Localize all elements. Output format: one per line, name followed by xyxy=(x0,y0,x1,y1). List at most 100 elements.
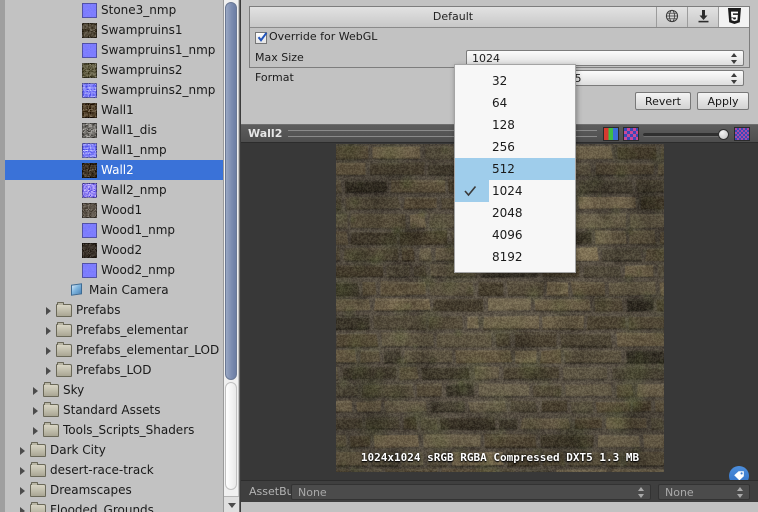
size-option-label: 256 xyxy=(492,140,515,154)
tab-default-platform[interactable] xyxy=(656,7,687,27)
tree-item-prefabs-elementar-lod[interactable]: Prefabs_elementar_LOD xyxy=(5,340,223,360)
project-scrollbar-thumb[interactable] xyxy=(225,2,237,380)
apply-button[interactable]: Apply xyxy=(697,92,749,110)
size-option-512[interactable]: 512 xyxy=(455,158,575,180)
size-option-label: 64 xyxy=(492,96,508,110)
tree-item-dreamscapes[interactable]: Dreamscapes xyxy=(5,480,223,500)
size-option-1024[interactable]: 1024 xyxy=(455,180,575,202)
texture-thumbnail xyxy=(82,182,97,198)
tab-webgl-platform[interactable] xyxy=(718,7,749,27)
size-option-label: 4096 xyxy=(492,228,523,242)
tree-expand-arrow-icon[interactable] xyxy=(44,325,55,336)
tree-item-label: Wood1 xyxy=(101,203,143,217)
override-row[interactable]: Override for WebGL xyxy=(250,28,749,48)
tree-item-standard-assets[interactable]: Standard Assets xyxy=(5,400,223,420)
assetbundle-bar: AssetBundle None None xyxy=(241,480,758,502)
size-option-label: 1024 xyxy=(492,184,523,198)
tree-item-wood2[interactable]: Wood2 xyxy=(5,240,223,260)
platform-properties: Override for WebGL Max Size 1024 Format … xyxy=(250,28,749,86)
tree-expand-arrow-icon[interactable] xyxy=(44,305,55,316)
max-size-dropdown-popup[interactable]: 32 64 128 256 512 1024 2048 4096 8192 xyxy=(454,64,576,273)
tree-item-wall1[interactable]: Wall1 xyxy=(5,100,223,120)
scroll-down-arrow-icon[interactable] xyxy=(224,496,239,512)
size-option-label: 8192 xyxy=(492,250,523,264)
tree-item-wall2-nmp[interactable]: Wall2_nmp xyxy=(5,180,223,200)
tree-expand-arrow-icon[interactable] xyxy=(31,405,42,416)
checkmark-icon xyxy=(257,32,268,43)
folder-icon xyxy=(30,461,46,477)
tree-item-main-camera[interactable]: Main Camera xyxy=(5,280,223,300)
alpha-channel-icon[interactable] xyxy=(734,126,750,141)
platform-tab-bar[interactable]: Default xyxy=(250,7,749,28)
tree-expand-arrow-icon[interactable] xyxy=(44,345,55,356)
tree-item-label: desert-race-track xyxy=(50,463,154,477)
tree-item-sky[interactable]: Sky xyxy=(5,380,223,400)
tree-item-wall1-nmp[interactable]: Wall1_nmp xyxy=(5,140,223,160)
revert-button[interactable]: Revert xyxy=(634,92,691,110)
tree-expand-arrow-icon[interactable] xyxy=(18,445,29,456)
size-option-8192[interactable]: 8192 xyxy=(455,246,575,268)
tab-standalone-platform[interactable] xyxy=(687,7,718,27)
override-checkbox[interactable] xyxy=(255,32,268,44)
tree-item-swampruins1-nmp[interactable]: Swampruins1_nmp xyxy=(5,40,223,60)
tree-item-label: Wall1 xyxy=(101,103,134,117)
format-label: Format xyxy=(255,71,294,84)
tree-expand-arrow-icon[interactable] xyxy=(44,365,55,376)
tree-item-desert-race-track[interactable]: desert-race-track xyxy=(5,460,223,480)
download-icon xyxy=(697,9,710,26)
tree-item-wood1-nmp[interactable]: Wood1_nmp xyxy=(5,220,223,240)
size-option-128[interactable]: 128 xyxy=(455,114,575,136)
tree-item-label: Dark City xyxy=(50,443,106,457)
tree-item-prefabs-elementar[interactable]: Prefabs_elementar xyxy=(5,320,223,340)
tree-item-tools-scripts-shaders[interactable]: Tools_Scripts_Shaders xyxy=(5,420,223,440)
assetbundle-name-dropdown[interactable]: None xyxy=(291,484,651,500)
prefab-cube-icon xyxy=(69,283,85,298)
assetbundle-variant-dropdown[interactable]: None xyxy=(658,484,750,500)
tree-item-wall2[interactable]: Wall2 xyxy=(5,160,223,180)
texture-thumbnail xyxy=(82,142,97,158)
tree-item-swampruins1[interactable]: Swampruins1 xyxy=(5,20,223,40)
tree-expand-arrow-icon[interactable] xyxy=(31,385,42,396)
tree-item-swampruins2[interactable]: Swampruins2 xyxy=(5,60,223,80)
tree-item-swampruins2-nmp[interactable]: Swampruins2_nmp xyxy=(5,80,223,100)
tree-expand-arrow-icon[interactable] xyxy=(18,465,29,476)
size-option-256[interactable]: 256 xyxy=(455,136,575,158)
tree-item-flooded-grounds[interactable]: Flooded_Grounds xyxy=(5,500,223,512)
tree-item-prefabs[interactable]: Prefabs xyxy=(5,300,223,320)
tree-item-stone3-nmp[interactable]: Stone3_nmp xyxy=(5,0,223,20)
tree-item-label: Wood2_nmp xyxy=(101,263,176,277)
project-scrollbar-track[interactable] xyxy=(225,382,237,490)
tree-item-prefabs-lod[interactable]: Prefabs_LOD xyxy=(5,360,223,380)
rgb-channel-icon[interactable] xyxy=(603,126,619,141)
texture-thumbnail xyxy=(82,222,97,238)
size-option-64[interactable]: 64 xyxy=(455,92,575,114)
project-tree-panel[interactable]: Stone3_nmp Swampruins1 Swampruins1_nmp Swam… xyxy=(0,0,240,512)
tree-expand-arrow-icon[interactable] xyxy=(18,505,29,512)
tree-item-wood1[interactable]: Wood1 xyxy=(5,200,223,220)
slider-handle[interactable] xyxy=(718,128,729,140)
project-tree-list[interactable]: Stone3_nmp Swampruins1 Swampruins1_nmp Swam… xyxy=(5,0,223,512)
tree-item-label: Swampruins1_nmp xyxy=(101,43,216,57)
mip-level-slider[interactable] xyxy=(643,127,729,141)
tree-item-wood2-nmp[interactable]: Wood2_nmp xyxy=(5,260,223,280)
texture-thumbnail xyxy=(82,2,97,18)
size-option-32[interactable]: 32 xyxy=(455,70,575,92)
tree-item-label: Dreamscapes xyxy=(50,483,132,497)
tree-expand-arrow-icon[interactable] xyxy=(18,485,29,496)
tree-item-label: Sky xyxy=(63,383,85,397)
texture-thumbnail xyxy=(82,22,97,38)
mipmap-icon[interactable] xyxy=(623,126,639,141)
chevron-updown-icon xyxy=(731,53,738,64)
tree-expand-arrow-icon[interactable] xyxy=(31,425,42,436)
size-option-2048[interactable]: 2048 xyxy=(455,202,575,224)
project-scrollbar[interactable] xyxy=(223,0,239,512)
tree-item-dark-city[interactable]: Dark City xyxy=(5,440,223,460)
check-slot xyxy=(455,246,489,268)
tree-item-label: Main Camera xyxy=(89,283,169,297)
tree-item-label: Prefabs_LOD xyxy=(76,363,152,377)
tree-item-wall1-dis[interactable]: Wall1_dis xyxy=(5,120,223,140)
size-option-4096[interactable]: 4096 xyxy=(455,224,575,246)
